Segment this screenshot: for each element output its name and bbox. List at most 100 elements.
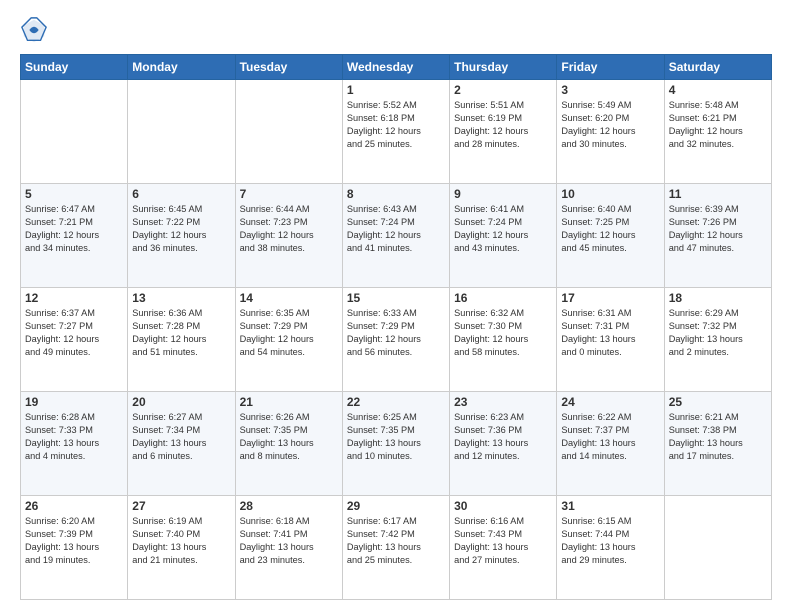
calendar-cell: 23 Sunrise: 6:23 AM Sunset: 7:36 PM Dayli… — [450, 392, 557, 496]
day-number: 21 — [240, 395, 338, 409]
day-number: 26 — [25, 499, 123, 513]
day-info: Sunrise: 6:45 AM Sunset: 7:22 PM Dayligh… — [132, 203, 230, 255]
day-number: 28 — [240, 499, 338, 513]
calendar-cell: 25 Sunrise: 6:21 AM Sunset: 7:38 PM Dayli… — [664, 392, 771, 496]
day-number: 7 — [240, 187, 338, 201]
day-info: Sunrise: 5:52 AM Sunset: 6:18 PM Dayligh… — [347, 99, 445, 151]
day-info: Sunrise: 6:31 AM Sunset: 7:31 PM Dayligh… — [561, 307, 659, 359]
day-number: 27 — [132, 499, 230, 513]
day-info: Sunrise: 5:48 AM Sunset: 6:21 PM Dayligh… — [669, 99, 767, 151]
day-info: Sunrise: 6:15 AM Sunset: 7:44 PM Dayligh… — [561, 515, 659, 567]
day-info: Sunrise: 6:16 AM Sunset: 7:43 PM Dayligh… — [454, 515, 552, 567]
calendar-cell: 27 Sunrise: 6:19 AM Sunset: 7:40 PM Dayli… — [128, 496, 235, 600]
calendar-table: SundayMondayTuesdayWednesdayThursdayFrid… — [20, 54, 772, 600]
day-number: 20 — [132, 395, 230, 409]
weekday-header-saturday: Saturday — [664, 55, 771, 80]
weekday-header-sunday: Sunday — [21, 55, 128, 80]
calendar-cell: 2 Sunrise: 5:51 AM Sunset: 6:19 PM Daylig… — [450, 80, 557, 184]
day-number: 15 — [347, 291, 445, 305]
day-number: 4 — [669, 83, 767, 97]
weekday-header-thursday: Thursday — [450, 55, 557, 80]
week-row-3: 19Sunrise: 6:28 AM Sunset: 7:33 PM Dayli… — [21, 392, 772, 496]
day-number: 5 — [25, 187, 123, 201]
day-number: 14 — [240, 291, 338, 305]
day-number: 30 — [454, 499, 552, 513]
day-info: Sunrise: 6:33 AM Sunset: 7:29 PM Dayligh… — [347, 307, 445, 359]
calendar-cell: 29 Sunrise: 6:17 AM Sunset: 7:42 PM Dayli… — [342, 496, 449, 600]
day-number: 6 — [132, 187, 230, 201]
calendar-cell: 8 Sunrise: 6:43 AM Sunset: 7:24 PM Daylig… — [342, 184, 449, 288]
calendar-cell: 14 Sunrise: 6:35 AM Sunset: 7:29 PM Dayli… — [235, 288, 342, 392]
calendar-cell: 5 Sunrise: 6:47 AM Sunset: 7:21 PM Daylig… — [21, 184, 128, 288]
calendar-cell: 22Sunrise: 6:25 AM Sunset: 7:35 PM Dayli… — [342, 392, 449, 496]
calendar-cell: 1 Sunrise: 5:52 AM Sunset: 6:18 PM Daylig… — [342, 80, 449, 184]
day-number: 8 — [347, 187, 445, 201]
calendar-cell: 10 Sunrise: 6:40 AM Sunset: 7:25 PM Dayli… — [557, 184, 664, 288]
day-info: Sunrise: 5:51 AM Sunset: 6:19 PM Dayligh… — [454, 99, 552, 151]
calendar-cell: 15 Sunrise: 6:33 AM Sunset: 7:29 PM Dayli… — [342, 288, 449, 392]
week-row-1: 5 Sunrise: 6:47 AM Sunset: 7:21 PM Daylig… — [21, 184, 772, 288]
day-number: 17 — [561, 291, 659, 305]
day-number: 9 — [454, 187, 552, 201]
calendar-cell — [128, 80, 235, 184]
day-info: Sunrise: 6:26 AM Sunset: 7:35 PM Dayligh… — [240, 411, 338, 463]
day-number: 25 — [669, 395, 767, 409]
day-info: Sunrise: 6:43 AM Sunset: 7:24 PM Dayligh… — [347, 203, 445, 255]
day-number: 11 — [669, 187, 767, 201]
calendar-cell — [235, 80, 342, 184]
calendar-cell: 17 Sunrise: 6:31 AM Sunset: 7:31 PM Dayli… — [557, 288, 664, 392]
calendar-cell: 21 Sunrise: 6:26 AM Sunset: 7:35 PM Dayli… — [235, 392, 342, 496]
logo — [20, 16, 52, 44]
day-info: Sunrise: 6:18 AM Sunset: 7:41 PM Dayligh… — [240, 515, 338, 567]
day-number: 2 — [454, 83, 552, 97]
calendar-cell: 28 Sunrise: 6:18 AM Sunset: 7:41 PM Dayli… — [235, 496, 342, 600]
header — [20, 16, 772, 44]
day-number: 29 — [347, 499, 445, 513]
day-number: 22 — [347, 395, 445, 409]
day-number: 23 — [454, 395, 552, 409]
calendar-cell — [21, 80, 128, 184]
logo-icon — [20, 16, 48, 44]
day-number: 1 — [347, 83, 445, 97]
week-row-2: 12Sunrise: 6:37 AM Sunset: 7:27 PM Dayli… — [21, 288, 772, 392]
calendar-cell: 4 Sunrise: 5:48 AM Sunset: 6:21 PM Daylig… — [664, 80, 771, 184]
calendar-cell: 20Sunrise: 6:27 AM Sunset: 7:34 PM Dayli… — [128, 392, 235, 496]
calendar-cell: 16Sunrise: 6:32 AM Sunset: 7:30 PM Dayli… — [450, 288, 557, 392]
day-number: 18 — [669, 291, 767, 305]
day-info: Sunrise: 6:35 AM Sunset: 7:29 PM Dayligh… — [240, 307, 338, 359]
day-number: 3 — [561, 83, 659, 97]
calendar-cell: 12Sunrise: 6:37 AM Sunset: 7:27 PM Dayli… — [21, 288, 128, 392]
weekday-header-row: SundayMondayTuesdayWednesdayThursdayFrid… — [21, 55, 772, 80]
day-info: Sunrise: 6:37 AM Sunset: 7:27 PM Dayligh… — [25, 307, 123, 359]
day-info: Sunrise: 6:20 AM Sunset: 7:39 PM Dayligh… — [25, 515, 123, 567]
calendar-cell: 13 Sunrise: 6:36 AM Sunset: 7:28 PM Dayli… — [128, 288, 235, 392]
calendar-cell: 30 Sunrise: 6:16 AM Sunset: 7:43 PM Dayli… — [450, 496, 557, 600]
calendar-cell: 24Sunrise: 6:22 AM Sunset: 7:37 PM Dayli… — [557, 392, 664, 496]
calendar-cell: 3Sunrise: 5:49 AM Sunset: 6:20 PM Daylig… — [557, 80, 664, 184]
day-number: 13 — [132, 291, 230, 305]
day-info: Sunrise: 6:21 AM Sunset: 7:38 PM Dayligh… — [669, 411, 767, 463]
day-info: Sunrise: 6:22 AM Sunset: 7:37 PM Dayligh… — [561, 411, 659, 463]
week-row-4: 26 Sunrise: 6:20 AM Sunset: 7:39 PM Dayli… — [21, 496, 772, 600]
day-info: Sunrise: 6:36 AM Sunset: 7:28 PM Dayligh… — [132, 307, 230, 359]
calendar-cell: 31Sunrise: 6:15 AM Sunset: 7:44 PM Dayli… — [557, 496, 664, 600]
calendar-cell: 11 Sunrise: 6:39 AM Sunset: 7:26 PM Dayli… — [664, 184, 771, 288]
calendar-cell: 6 Sunrise: 6:45 AM Sunset: 7:22 PM Daylig… — [128, 184, 235, 288]
calendar-cell: 9 Sunrise: 6:41 AM Sunset: 7:24 PM Daylig… — [450, 184, 557, 288]
day-info: Sunrise: 6:19 AM Sunset: 7:40 PM Dayligh… — [132, 515, 230, 567]
day-number: 10 — [561, 187, 659, 201]
day-info: Sunrise: 6:23 AM Sunset: 7:36 PM Dayligh… — [454, 411, 552, 463]
day-number: 16 — [454, 291, 552, 305]
weekday-header-monday: Monday — [128, 55, 235, 80]
calendar-cell: 18Sunrise: 6:29 AM Sunset: 7:32 PM Dayli… — [664, 288, 771, 392]
day-info: Sunrise: 6:39 AM Sunset: 7:26 PM Dayligh… — [669, 203, 767, 255]
day-info: Sunrise: 6:40 AM Sunset: 7:25 PM Dayligh… — [561, 203, 659, 255]
day-info: Sunrise: 6:17 AM Sunset: 7:42 PM Dayligh… — [347, 515, 445, 567]
calendar-cell: 26 Sunrise: 6:20 AM Sunset: 7:39 PM Dayli… — [21, 496, 128, 600]
day-info: Sunrise: 6:41 AM Sunset: 7:24 PM Dayligh… — [454, 203, 552, 255]
weekday-header-wednesday: Wednesday — [342, 55, 449, 80]
day-info: Sunrise: 6:47 AM Sunset: 7:21 PM Dayligh… — [25, 203, 123, 255]
day-info: Sunrise: 6:44 AM Sunset: 7:23 PM Dayligh… — [240, 203, 338, 255]
week-row-0: 1 Sunrise: 5:52 AM Sunset: 6:18 PM Daylig… — [21, 80, 772, 184]
calendar-cell: 7 Sunrise: 6:44 AM Sunset: 7:23 PM Daylig… — [235, 184, 342, 288]
